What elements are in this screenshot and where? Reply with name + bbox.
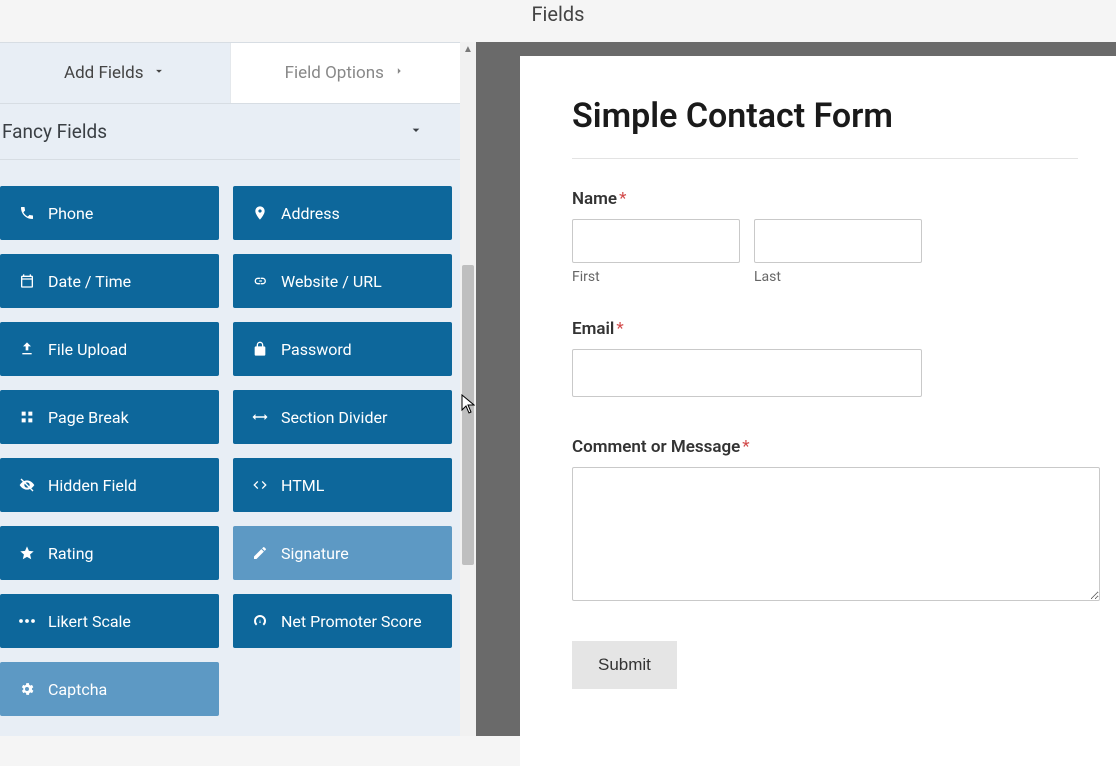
- field-captcha[interactable]: Captcha: [0, 662, 219, 716]
- required-asterisk: *: [619, 189, 626, 209]
- chevron-down-icon: [408, 120, 424, 143]
- field-label: Section Divider: [281, 408, 387, 427]
- last-sublabel: Last: [754, 269, 922, 285]
- field-password[interactable]: Password: [233, 322, 452, 376]
- first-sublabel: First: [572, 269, 740, 285]
- field-label: Net Promoter Score: [281, 612, 422, 631]
- field-website[interactable]: Website / URL: [233, 254, 452, 308]
- field-address[interactable]: Address: [233, 186, 452, 240]
- field-label: Phone: [48, 204, 93, 223]
- form-title: Simple Contact Form: [572, 96, 1078, 136]
- lock-icon: [251, 341, 269, 357]
- field-label: Password: [281, 340, 352, 359]
- sidebar: Add Fields Field Options Fancy Fields: [0, 42, 460, 736]
- scrollbar[interactable]: ▲: [460, 42, 476, 736]
- fields-grid: Phone Address Date / Time Website / URL …: [0, 160, 460, 736]
- required-asterisk: *: [616, 319, 623, 339]
- field-fileupload[interactable]: File Upload: [0, 322, 219, 376]
- pagebreak-icon: [18, 409, 36, 425]
- map-pin-icon: [251, 205, 269, 221]
- field-signature[interactable]: Signature: [233, 526, 452, 580]
- link-icon: [251, 273, 269, 289]
- field-label: Captcha: [48, 680, 107, 699]
- chevron-right-icon: [392, 63, 406, 83]
- field-label: HTML: [281, 476, 324, 495]
- field-label: Website / URL: [281, 272, 382, 291]
- field-pagebreak[interactable]: Page Break: [0, 390, 219, 444]
- gear-icon: [18, 681, 36, 697]
- last-name-input[interactable]: [754, 219, 922, 263]
- field-phone[interactable]: Phone: [0, 186, 219, 240]
- scroll-thumb[interactable]: [462, 265, 474, 565]
- section-label: Fancy Fields: [2, 120, 107, 143]
- star-icon: [18, 545, 36, 561]
- first-name-input[interactable]: [572, 219, 740, 263]
- field-nps[interactable]: Net Promoter Score: [233, 594, 452, 648]
- tab-add-fields[interactable]: Add Fields: [0, 43, 230, 103]
- field-html[interactable]: HTML: [233, 458, 452, 512]
- email-input[interactable]: [572, 349, 922, 397]
- upload-icon: [18, 341, 36, 357]
- field-label: Page Break: [48, 408, 129, 427]
- field-label: Hidden Field: [48, 476, 137, 495]
- field-label: File Upload: [48, 340, 127, 359]
- gauge-icon: [251, 613, 269, 629]
- preview-area: Simple Contact Form Name* First Last Ema…: [476, 42, 1116, 736]
- section-fancy-fields[interactable]: Fancy Fields: [0, 104, 460, 160]
- code-icon: [251, 477, 269, 493]
- scroll-up-icon[interactable]: ▲: [460, 44, 476, 55]
- tab-label: Field Options: [285, 63, 384, 83]
- field-rating[interactable]: Rating: [0, 526, 219, 580]
- ellipsis-h-icon: [18, 618, 36, 624]
- arrows-h-icon: [251, 411, 269, 423]
- divider: [572, 158, 1078, 159]
- page-title: Fields: [0, 0, 1116, 42]
- tab-label: Add Fields: [64, 63, 144, 83]
- tab-field-options[interactable]: Field Options: [230, 43, 461, 103]
- field-hiddenfield[interactable]: Hidden Field: [0, 458, 219, 512]
- submit-button[interactable]: Submit: [572, 641, 677, 689]
- message-label: Comment or Message*: [572, 437, 1078, 457]
- name-label: Name*: [572, 189, 1078, 209]
- calendar-icon: [18, 273, 36, 289]
- email-label: Email*: [572, 319, 1078, 339]
- pencil-icon: [251, 545, 269, 561]
- field-label: Address: [281, 204, 340, 223]
- message-textarea[interactable]: [572, 467, 1100, 601]
- phone-icon: [18, 205, 36, 221]
- form-preview[interactable]: Simple Contact Form Name* First Last Ema…: [520, 56, 1116, 766]
- field-label: Rating: [48, 544, 94, 563]
- field-label: Signature: [281, 544, 349, 563]
- field-likert[interactable]: Likert Scale: [0, 594, 219, 648]
- eye-slash-icon: [18, 477, 36, 493]
- field-label: Likert Scale: [48, 612, 131, 631]
- field-sectiondivider[interactable]: Section Divider: [233, 390, 452, 444]
- field-label: Date / Time: [48, 272, 131, 291]
- chevron-down-icon: [152, 63, 166, 83]
- field-datetime[interactable]: Date / Time: [0, 254, 219, 308]
- required-asterisk: *: [742, 437, 749, 457]
